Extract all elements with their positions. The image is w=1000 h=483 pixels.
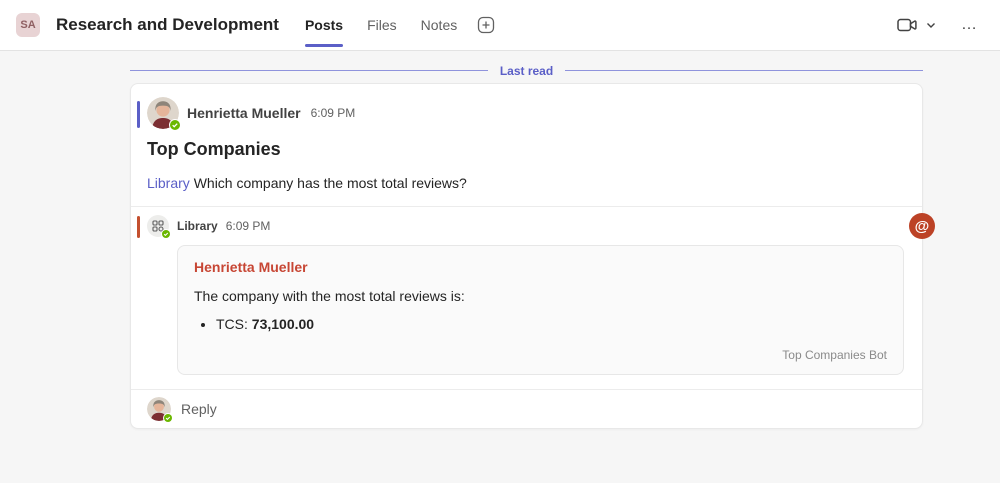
bot-name[interactable]: Library [177, 219, 218, 233]
bot-timestamp: 6:09 PM [226, 219, 271, 233]
card-answer-text: The company with the most total reviews … [194, 288, 887, 304]
card-recipient-name: Henrietta Mueller [194, 259, 887, 275]
reply-presence-icon [163, 413, 173, 423]
channel-header: SA Research and Development Posts Files … [0, 0, 1000, 51]
last-read-line-right [565, 70, 923, 71]
message-question-text: Which company has the most total reviews… [194, 175, 467, 191]
tab-notes[interactable]: Notes [409, 0, 470, 51]
message-body: Library Which company has the most total… [147, 174, 906, 192]
at-mention-badge: @ [909, 213, 935, 239]
presence-available-icon [169, 119, 181, 131]
chevron-down-icon[interactable] [925, 19, 937, 31]
root-message: Henrietta Mueller 6:09 PM Top Companies … [131, 84, 922, 206]
card-result-list: TCS: 73,100.00 [202, 315, 887, 333]
meet-now-button[interactable] [891, 11, 941, 39]
plus-square-icon [477, 16, 495, 34]
channel-title: Research and Development [56, 15, 279, 35]
tab-posts[interactable]: Posts [293, 0, 355, 51]
author-name[interactable]: Henrietta Mueller [187, 105, 301, 121]
bot-reply-message: Library 6:09 PM @ Henrietta Mueller The … [131, 207, 922, 389]
channel-tabs: Posts Files Notes [293, 0, 499, 51]
card-result-item: TCS: 73,100.00 [216, 315, 887, 333]
video-camera-icon [895, 13, 919, 37]
unread-indicator-bar [137, 101, 140, 128]
bot-presence-icon [161, 229, 171, 239]
message-timestamp: 6:09 PM [311, 106, 356, 120]
last-read-divider: Last read [130, 51, 923, 77]
library-mention-link[interactable]: Library [147, 175, 190, 191]
reply-button[interactable]: Reply [131, 390, 922, 428]
author-avatar[interactable] [147, 97, 179, 129]
reply-label: Reply [181, 401, 217, 417]
add-tab-button[interactable] [473, 12, 499, 38]
last-read-label: Last read [500, 64, 553, 78]
more-options-button[interactable]: … [955, 15, 984, 35]
posts-pane: Last read [0, 51, 1000, 483]
last-read-line-left [130, 70, 488, 71]
message-subject: Top Companies [147, 139, 906, 160]
card-bot-attribution: Top Companies Bot [194, 348, 887, 362]
thread-card: Henrietta Mueller 6:09 PM Top Companies … [130, 83, 923, 429]
adaptive-card: Henrietta Mueller The company with the m… [177, 245, 904, 375]
team-avatar[interactable]: SA [16, 13, 40, 37]
bot-avatar[interactable] [147, 215, 169, 237]
reply-user-avatar [147, 397, 171, 421]
mention-indicator-bar [137, 216, 140, 238]
tab-files[interactable]: Files [355, 0, 409, 51]
result-label: TCS: [216, 316, 252, 332]
result-value: 73,100.00 [252, 316, 314, 332]
